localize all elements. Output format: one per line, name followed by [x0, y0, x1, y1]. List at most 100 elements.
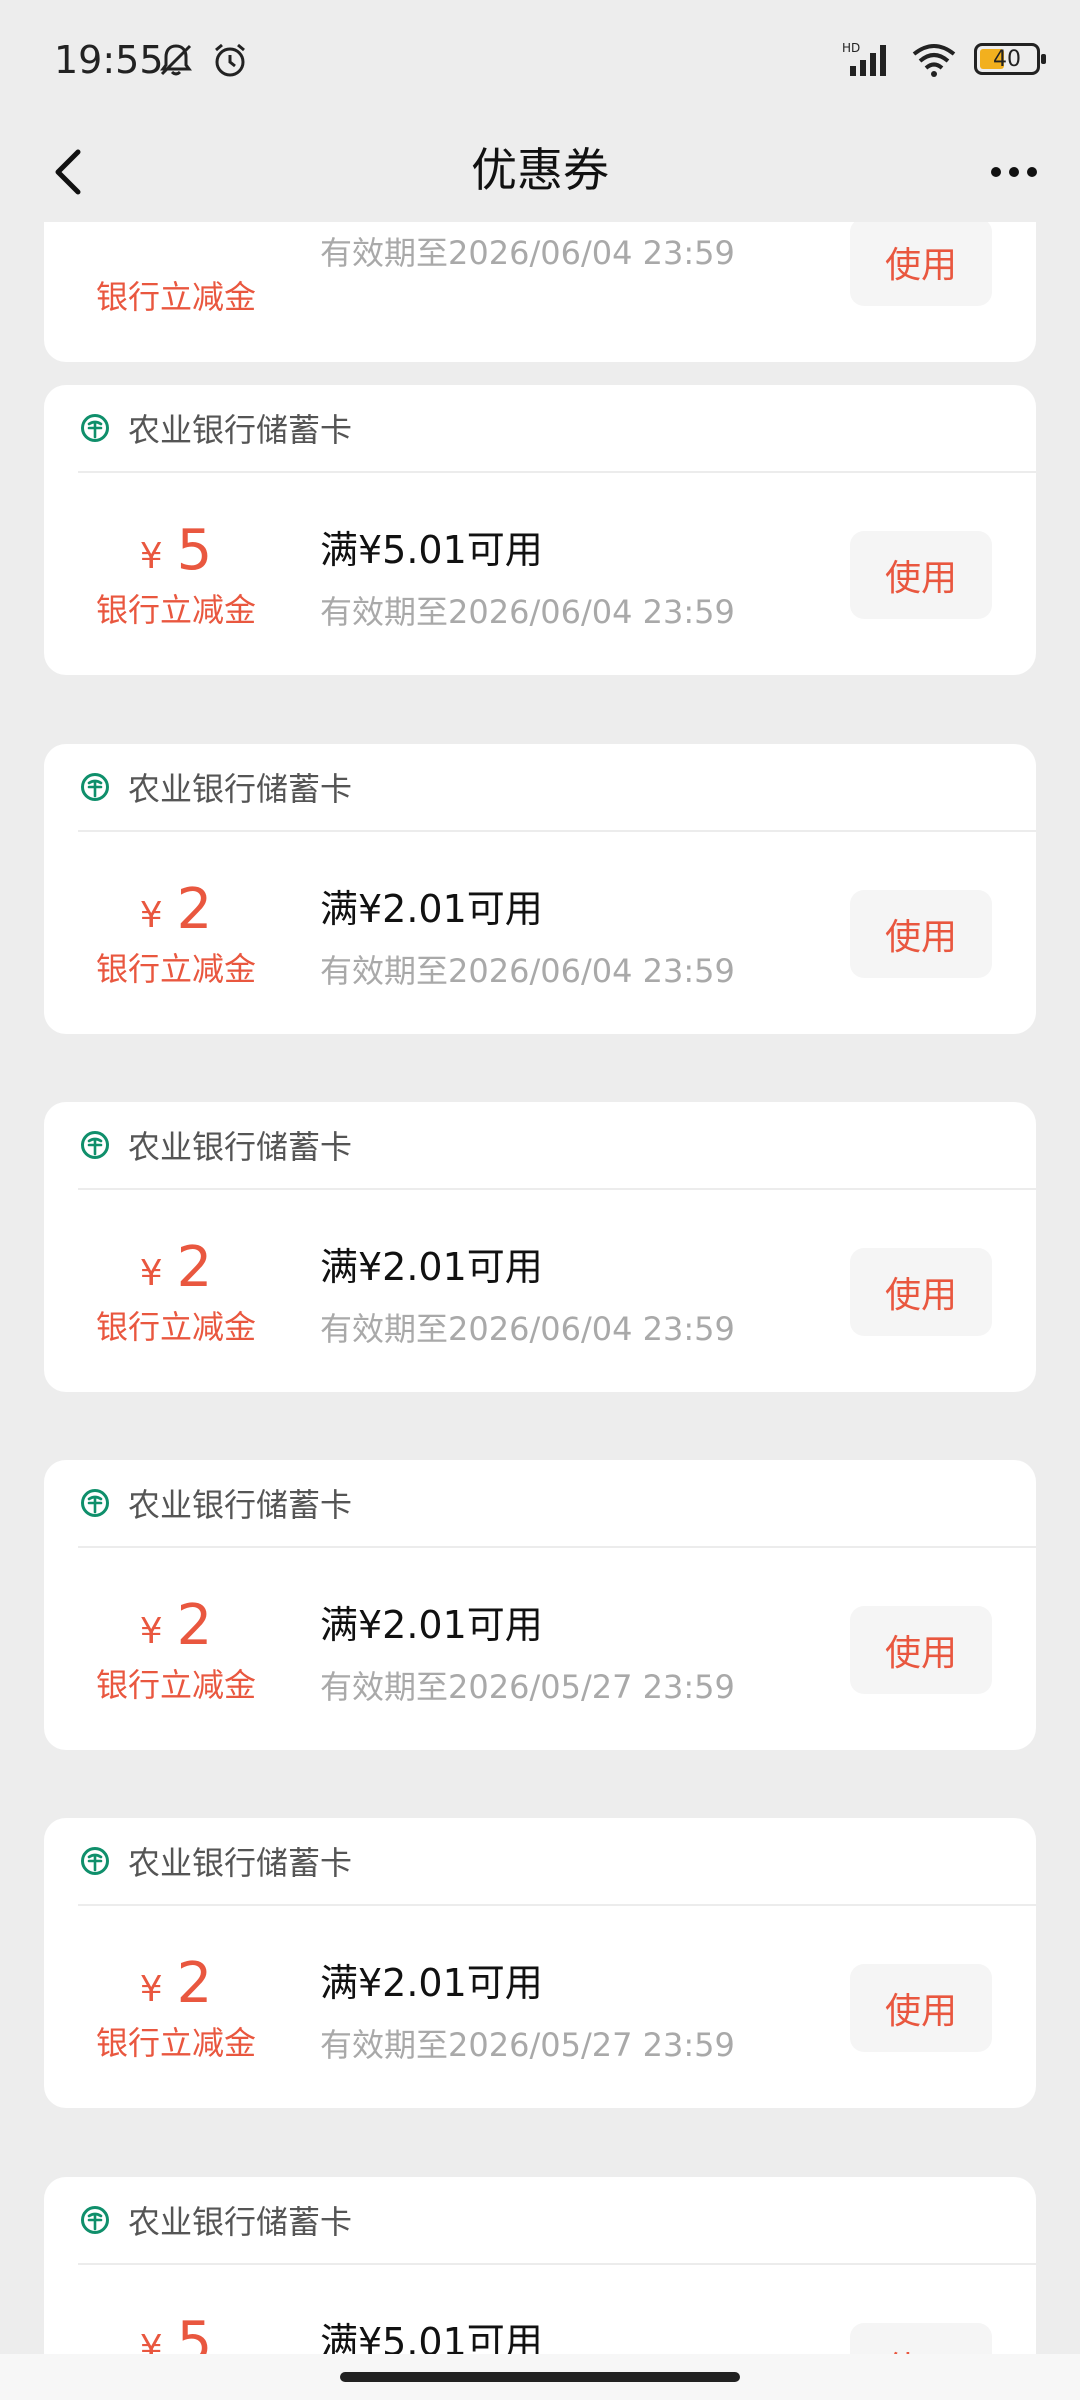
coupon-info: 满¥5.01可用 [320, 2319, 543, 2354]
coupon-amount-value: 2 [176, 1951, 213, 2016]
coupon-amount: ¥5 [44, 519, 308, 583]
coupon-card-body: ¥5 银行立减金 满¥5.01可用 有效期至2026/06/04 23:59 使用 [44, 473, 1036, 675]
status-bar: 19:55 HD 40 [0, 0, 1080, 122]
coupon-list[interactable]: ¥银行立减金有效期至2026/06/04 23:59使用农业银行储蓄卡¥5银行立… [0, 222, 1080, 2354]
coupon-validity: 有效期至2026/05/27 23:59 [320, 1668, 735, 1706]
coupon-validity: 有效期至2026/05/27 23:59 [320, 2026, 735, 2064]
signal-icon: HD [842, 41, 886, 76]
wifi-icon [912, 44, 956, 77]
abc-bank-icon [81, 773, 109, 801]
coupon-card[interactable]: 农业银行储蓄卡 ¥2 银行立减金 满¥2.01可用有效期至2026/06/04 23:… [44, 1102, 1036, 1392]
abc-bank-icon [81, 1131, 109, 1159]
coupon-info: 满¥5.01可用 有效期至2026/06/04 23:59 [320, 527, 735, 633]
coupon-type-label: 银行立减金 [95, 1308, 256, 1346]
coupon-amount: ¥5 [44, 2310, 308, 2355]
coupon-type-label: 银行立减金 [95, 950, 256, 988]
coupon-amount-value: 5 [176, 2310, 213, 2355]
coupon-card[interactable]: 农业银行储蓄卡 ¥5 银行立减金 满¥5.01可用 有效期至2026/06/04 23:… [44, 385, 1036, 675]
nav-bar: 优惠券 [0, 122, 1080, 222]
coupon-card-header: 农业银行储蓄卡 [78, 1818, 1036, 1906]
page-title: 优惠券 [471, 143, 609, 197]
coupon-amount: ¥2 [44, 1952, 308, 2016]
coupon-amount-block: ¥5 [44, 2310, 308, 2355]
battery-level: 40 [993, 46, 1021, 72]
coupon-validity: 有效期至2026/06/04 23:59 [320, 593, 735, 631]
bank-name: 农业银行储蓄卡 [128, 1844, 353, 1882]
coupon-amount-block: ¥银行立减金 [44, 222, 308, 318]
abc-bank-icon [81, 1489, 109, 1517]
coupon-amount-value: 2 [176, 877, 213, 942]
currency-symbol: ¥ [139, 2328, 163, 2354]
currency-symbol: ¥ [139, 536, 163, 577]
coupon-info: 满¥2.01可用有效期至2026/05/27 23:59 [320, 1960, 735, 2066]
coupon-amount-block: ¥2 银行立减金 [44, 878, 308, 990]
use-coupon-button[interactable]: 使用 [850, 1964, 992, 2052]
coupon-condition: 满¥2.01可用 [320, 1245, 543, 1289]
coupon-amount-value: 2 [176, 1235, 213, 1300]
use-coupon-button[interactable]: 使用 [850, 1606, 992, 1694]
alarm-icon [215, 43, 245, 77]
coupon-amount-block: ¥2 银行立减金 [44, 1594, 308, 1706]
coupon-card-header: 农业银行储蓄卡 [78, 385, 1036, 473]
coupon-info: 有效期至2026/06/04 23:59 [320, 222, 735, 274]
coupon-amount-block: ¥2 银行立减金 [44, 1236, 308, 1348]
coupon-card[interactable]: 农业银行储蓄卡 ¥2 银行立减金 满¥2.01可用 有效期至2026/06/04 23:… [44, 744, 1036, 1034]
currency-symbol: ¥ [139, 1969, 163, 2010]
coupon-type-label: 银行立减金 [95, 1666, 256, 1704]
use-coupon-button[interactable]: 使用 [850, 222, 992, 306]
coupon-card-header: 农业银行储蓄卡 [78, 2177, 1036, 2265]
coupon-card[interactable]: 农业银行储蓄卡 ¥2 银行立减金 满¥2.01可用有效期至2026/05/27 23:… [44, 1818, 1036, 2108]
coupon-type-label: 银行立减金 [95, 2024, 256, 2062]
use-coupon-button[interactable]: 使用 [850, 1248, 992, 1336]
coupon-card-body: ¥2 银行立减金 满¥2.01可用 有效期至2026/06/04 23:59 使用 [44, 832, 1036, 1034]
coupon-info: 满¥2.01可用有效期至2026/05/27 23:59 [320, 1602, 735, 1708]
more-dot-icon [1009, 167, 1019, 177]
coupon-card-body: ¥2 银行立减金 满¥2.01可用有效期至2026/05/27 23:59 使用 [44, 1548, 1036, 1750]
coupon-condition: 满¥2.01可用 [320, 1603, 543, 1647]
bank-name: 农业银行储蓄卡 [128, 2203, 353, 2241]
use-coupon-button[interactable]: 使用 [850, 531, 992, 619]
use-coupon-button[interactable]: 使用 [850, 2323, 992, 2354]
use-coupon-button[interactable]: 使用 [850, 890, 992, 978]
coupon-card[interactable]: ¥银行立减金有效期至2026/06/04 23:59 使用 [44, 222, 1036, 362]
more-dot-icon [1027, 167, 1037, 177]
coupon-condition: 满¥5.01可用 [320, 2320, 543, 2354]
home-indicator [0, 2354, 1080, 2400]
bank-name: 农业银行储蓄卡 [128, 1128, 353, 1166]
network-type-label: HD [842, 41, 860, 55]
coupon-amount-value: 2 [176, 1593, 213, 1658]
coupon-info: 满¥2.01可用有效期至2026/06/04 23:59 [320, 1244, 735, 1350]
coupon-card[interactable]: 农业银行储蓄卡 ¥2 银行立减金 满¥2.01可用有效期至2026/05/27 23:… [44, 1460, 1036, 1750]
coupon-card-body: ¥2 银行立减金 满¥2.01可用有效期至2026/06/04 23:59 使用 [44, 1190, 1036, 1392]
coupon-amount-value: 5 [176, 518, 213, 583]
home-gesture-bar[interactable] [340, 2372, 740, 2382]
coupon-info: 满¥2.01可用 有效期至2026/06/04 23:59 [320, 886, 735, 992]
mute-bell-icon [160, 44, 192, 76]
status-time: 19:55 [54, 38, 164, 82]
currency-symbol: ¥ [139, 1611, 163, 1652]
coupon-type-label: 银行立减金 [95, 591, 256, 629]
coupon-card-body: ¥2 银行立减金 满¥2.01可用有效期至2026/05/27 23:59 使用 [44, 1906, 1036, 2108]
coupon-validity: 有效期至2026/06/04 23:59 [320, 1310, 735, 1348]
status-right-icons: HD 40 [842, 40, 1046, 78]
abc-bank-icon [81, 414, 109, 442]
currency-symbol: ¥ [139, 895, 163, 936]
coupon-card-header: 农业银行储蓄卡 [78, 1460, 1036, 1548]
more-dot-icon [991, 167, 1001, 177]
currency-symbol: ¥ [139, 1253, 163, 1294]
more-options-button[interactable] [982, 140, 1046, 204]
coupon-condition: 满¥2.01可用 [320, 1961, 543, 2005]
status-left-icons [156, 40, 250, 80]
coupon-card[interactable]: 农业银行储蓄卡 ¥5 满¥5.01可用 使用 [44, 2177, 1036, 2354]
bank-name: 农业银行储蓄卡 [128, 411, 353, 449]
coupon-validity: 有效期至2026/06/04 23:59 [320, 234, 735, 272]
coupon-validity: 有效期至2026/06/04 23:59 [320, 952, 735, 990]
bank-name: 农业银行储蓄卡 [128, 770, 353, 808]
coupon-card-body: ¥银行立减金有效期至2026/06/04 23:59 使用 [44, 222, 1036, 362]
coupon-amount: ¥2 [44, 1236, 308, 1300]
coupon-amount: ¥2 [44, 1594, 308, 1658]
coupon-amount-block: ¥2 银行立减金 [44, 1952, 308, 2064]
coupon-card-header: 农业银行储蓄卡 [78, 1102, 1036, 1190]
abc-bank-icon [81, 1847, 109, 1875]
coupon-amount-block: ¥5 银行立减金 [44, 519, 308, 631]
